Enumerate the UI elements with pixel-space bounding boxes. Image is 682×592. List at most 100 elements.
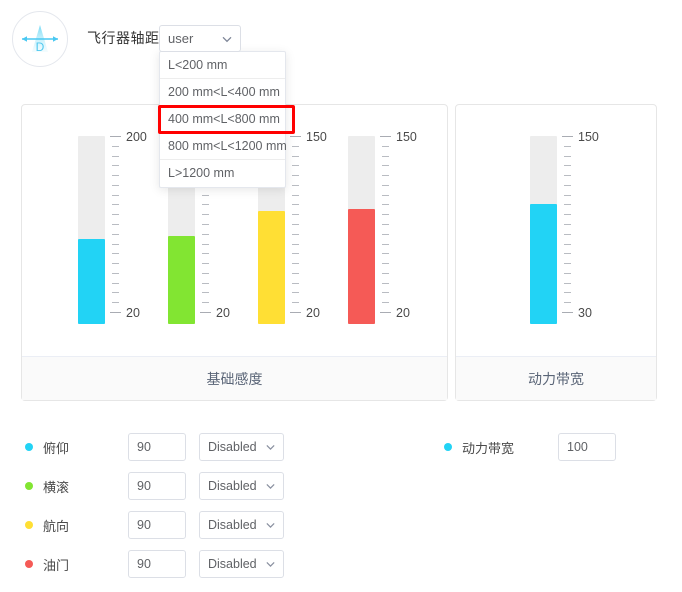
scale-tick [112,272,119,274]
slider-fill-roll[interactable] [168,235,195,324]
slider-scale-yaw: 150 20 [290,131,336,324]
wheelbase-select-value: user [168,31,194,46]
mode-select-航向[interactable]: Disabled [199,511,284,539]
scale-label-bottom-throttle: 20 [396,306,410,320]
slider-pitch[interactable] [78,136,105,324]
scale-tick [112,302,119,304]
scale-tick [112,194,119,196]
scale-tick [200,312,211,313]
scale-tick [292,175,299,177]
value-input-油门[interactable]: 90 [128,550,186,578]
mode-select-油门[interactable]: Disabled [199,550,284,578]
scale-tick [112,282,119,284]
scale-tick [382,224,389,225]
scale-tick [292,184,299,186]
scale-tick [564,204,571,206]
value-input-动力带宽[interactable]: 100 [558,433,616,461]
form-row-动力带宽: 动力带宽 [444,433,514,461]
mode-select-横滚[interactable]: Disabled [199,472,284,500]
slider-throttle[interactable] [348,136,375,324]
wheelbase-select[interactable]: user [159,25,241,52]
slider-scale-pitch: 200 20 [110,131,156,324]
select-option-4[interactable]: L>1200 mm [160,160,285,187]
scale-tick [564,194,571,196]
scale-label-top-yaw: 150 [306,130,327,144]
scale-tick [292,272,299,274]
scale-label-top-bandwidth: 150 [578,130,599,144]
scale-tick [382,204,389,206]
scale-tick [382,292,389,294]
scale-tick [562,136,573,137]
form-row-俯仰: 俯仰 [25,433,69,461]
scale-tick [564,302,571,304]
mode-select-value: Disabled [208,479,257,493]
mode-select-俯仰[interactable]: Disabled [199,433,284,461]
scale-tick [564,155,571,157]
scale-tick [564,233,571,235]
scale-tick [382,263,389,265]
value-input-横滚[interactable]: 90 [128,472,186,500]
slider-bandwidth[interactable] [530,136,557,324]
power-panel-footer-label: 动力带宽 [528,370,584,387]
scale-tick [110,312,121,313]
scale-tick [382,155,389,157]
slider-fill-throttle[interactable] [348,209,375,324]
channel-label: 航向 [43,518,70,534]
scale-tick [292,194,299,196]
wheelbase-label: 飞行器轴距 [87,30,160,46]
scale-tick [202,194,209,196]
scale-tick [564,292,571,294]
scale-tick [112,145,119,147]
basic-panel-footer: 基础感度 [22,356,447,400]
slider-scale-throttle: 150 20 [380,131,426,324]
slider-fill-yaw[interactable] [258,211,285,324]
chevron-down-icon [221,33,233,45]
select-option-3[interactable]: 800 mm<L<1200 mm [160,133,287,160]
scale-tick [564,272,571,274]
scale-tick [292,165,299,167]
scale-tick [564,263,571,265]
scale-tick [380,136,391,137]
scale-tick [564,253,571,255]
scale-tick [202,272,209,274]
scale-tick [292,145,299,147]
slider-fill-bandwidth[interactable] [530,203,557,324]
scale-tick [382,282,389,284]
channel-color-dot [25,560,33,568]
scale-tick [290,136,301,137]
scale-tick [564,282,571,284]
channel-color-dot [25,482,33,490]
select-option-0[interactable]: L<200 mm [160,52,285,79]
scale-tick [292,214,299,216]
scale-tick [562,312,573,313]
value-input-俯仰[interactable]: 90 [128,433,186,461]
scale-tick [564,243,571,245]
select-option-1[interactable]: 200 mm<L<400 mm [160,79,285,106]
scale-tick [112,224,119,225]
scale-tick [112,175,119,177]
scale-tick [564,165,571,167]
mode-select-value: Disabled [208,518,257,532]
slider-fill-pitch[interactable] [78,239,105,324]
power-bandwidth-panel: 150 30 动力带宽 [455,104,657,401]
scale-tick [292,204,299,206]
channel-color-dot [25,443,33,451]
scale-tick [292,302,299,304]
scale-tick [112,214,119,216]
form-row-油门: 油门 [25,550,69,578]
scale-tick [292,155,299,157]
power-panel-footer: 动力带宽 [456,356,656,400]
scale-tick [564,224,571,225]
scale-tick [382,302,389,304]
scale-tick [112,253,119,255]
power-sliders-area: 150 30 [456,105,656,356]
mode-select-value: Disabled [208,440,257,454]
select-option-2[interactable]: 400 mm<L<800 mm [160,106,285,133]
value-input-航向[interactable]: 90 [128,511,186,539]
channel-label: 横滚 [43,479,70,495]
wheelbase-select-menu[interactable]: L<200 mm 200 mm<L<400 mm 400 mm<L<800 mm… [159,51,287,188]
chevron-down-icon [265,520,276,531]
scale-tick [110,136,121,137]
basic-panel-footer-label: 基础感度 [206,370,263,387]
channel-label: 动力带宽 [462,440,515,456]
